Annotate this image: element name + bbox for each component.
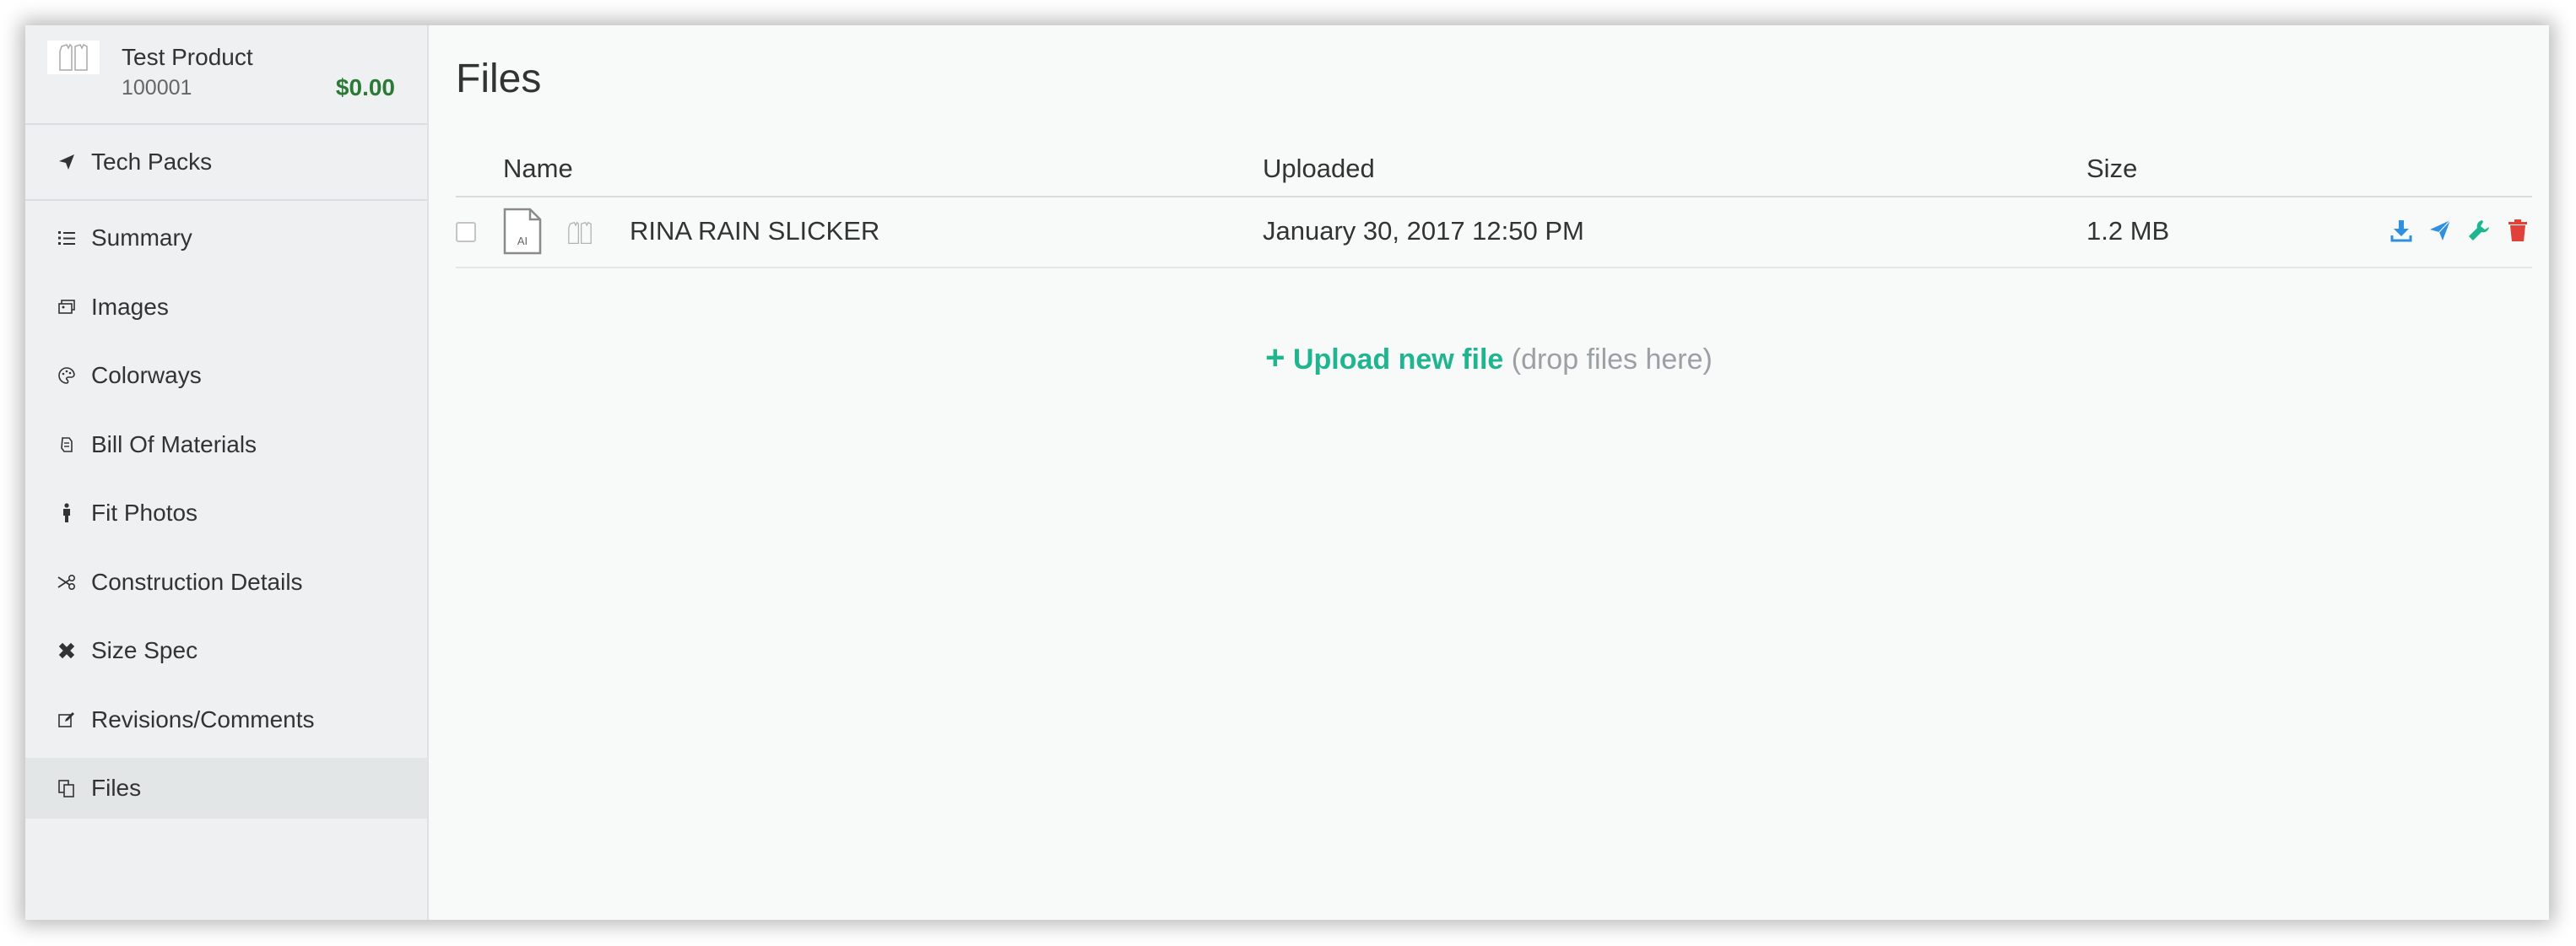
- plus-icon: +: [1265, 339, 1285, 376]
- file-type-label: AI: [517, 235, 528, 247]
- files-table: Name Uploaded Size AI RINA RAIN SLICKER …: [456, 140, 2532, 268]
- sidebar-item-construction-details[interactable]: Construction Details: [25, 552, 427, 613]
- send-button[interactable]: [2426, 216, 2454, 245]
- sidebar: Test Product 100001 $0.00 Tech Packs Sum…: [25, 25, 429, 920]
- download-button[interactable]: [2387, 216, 2416, 245]
- sidebar-item-files[interactable]: Files: [25, 758, 427, 819]
- column-header-name[interactable]: Name: [503, 154, 573, 184]
- file-uploaded-date: January 30, 2017 12:50 PM: [1263, 216, 1584, 246]
- list-icon: [56, 227, 78, 249]
- file-thumbnail: [566, 221, 594, 249]
- upload-new-file-link[interactable]: Upload new file: [1293, 343, 1503, 376]
- ai-file-icon: AI: [503, 208, 542, 259]
- edit-settings-button[interactable]: [2465, 216, 2493, 245]
- ruler-icon: [56, 640, 78, 662]
- product-price: $0.00: [335, 74, 395, 100]
- table-header: Name Uploaded Size: [456, 140, 2532, 197]
- garment-thumbnail-icon: [568, 221, 592, 245]
- sidebar-item-label: Fit Photos: [91, 500, 198, 526]
- sidebar-item-revisions-comments[interactable]: Revisions/Comments: [25, 689, 427, 750]
- images-icon: [56, 296, 78, 318]
- sidebar-item-label: Colorways: [91, 362, 202, 388]
- palette-icon: [56, 365, 78, 387]
- column-header-uploaded[interactable]: Uploaded: [1263, 154, 1375, 184]
- column-header-size[interactable]: Size: [2086, 154, 2137, 184]
- sidebar-item-summary[interactable]: Summary: [25, 208, 427, 268]
- sidebar-item-label: Summary: [91, 224, 192, 251]
- sidebar-item-label: Bill Of Materials: [91, 430, 257, 457]
- files-icon: [56, 777, 78, 799]
- sidebar-item-label: Revisions/Comments: [91, 705, 315, 732]
- page-title: Files: [456, 57, 542, 101]
- sidebar-item-label: Images: [91, 293, 169, 320]
- person-icon: [56, 502, 78, 524]
- download-icon: [2390, 220, 2412, 242]
- row-checkbox[interactable]: [456, 222, 476, 242]
- product-header[interactable]: Test Product 100001 $0.00: [25, 25, 427, 125]
- product-code: 100001: [122, 76, 192, 100]
- sidebar-item-fit-photos[interactable]: Fit Photos: [25, 483, 427, 543]
- sidebar-item-tech-packs[interactable]: Tech Packs: [25, 125, 427, 201]
- sidebar-item-bill-of-materials[interactable]: Bill Of Materials: [25, 414, 427, 475]
- upload-dropzone[interactable]: + Upload new file (drop files here): [429, 339, 2549, 377]
- bill-icon: [56, 434, 78, 456]
- garment-thumbnail-icon: [59, 43, 88, 71]
- sidebar-item-images[interactable]: Images: [25, 277, 427, 338]
- product-name: Test Product: [122, 44, 253, 70]
- upload-hint: (drop files here): [1511, 343, 1713, 376]
- trash-icon: [2508, 219, 2527, 241]
- file-size: 1.2 MB: [2086, 216, 2170, 246]
- sidebar-item-label: Size Spec: [91, 637, 198, 663]
- sidebar-item-colorways[interactable]: Colorways: [25, 345, 427, 406]
- file-name[interactable]: RINA RAIN SLICKER: [630, 216, 879, 246]
- row-actions: [2387, 216, 2532, 245]
- sidebar-item-label: Tech Packs: [91, 149, 213, 175]
- paper-plane-icon: [56, 151, 78, 173]
- screen-background: Test Product 100001 $0.00 Tech Packs Sum…: [0, 0, 2576, 946]
- edit-icon: [56, 709, 78, 731]
- scissors-icon: [56, 571, 78, 593]
- delete-button[interactable]: [2503, 216, 2532, 245]
- app-window: Test Product 100001 $0.00 Tech Packs Sum…: [25, 25, 2549, 920]
- sidebar-nav: Summary Images Colorways Bill Of Materia…: [25, 208, 427, 819]
- paper-plane-icon: [2430, 219, 2451, 241]
- table-row[interactable]: AI RINA RAIN SLICKER January 30, 2017 12…: [456, 197, 2532, 268]
- sidebar-item-label: Construction Details: [91, 568, 303, 595]
- main-content: Files Name Uploaded Size AI RINA RAIN SL…: [429, 25, 2549, 920]
- product-thumbnail: [47, 41, 100, 74]
- sidebar-item-size-spec[interactable]: Size Spec: [25, 620, 427, 681]
- wrench-icon: [2469, 220, 2489, 241]
- sidebar-item-label: Files: [91, 775, 142, 801]
